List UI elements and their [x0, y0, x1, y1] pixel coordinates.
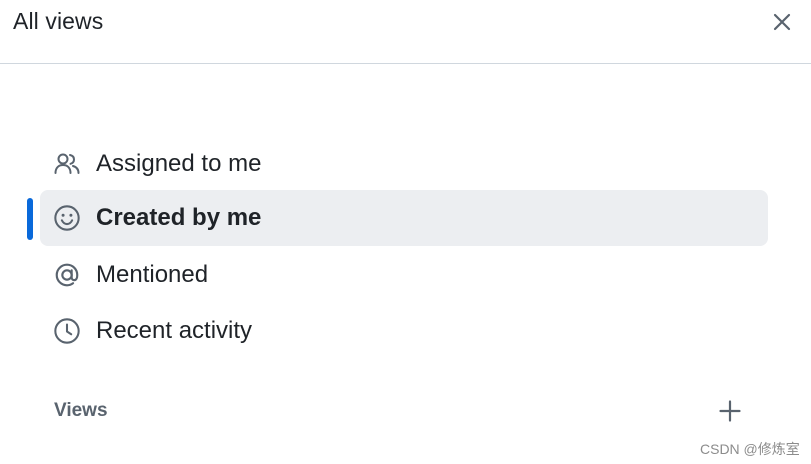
plus-icon — [719, 400, 741, 422]
nav-item-created-by-me[interactable]: Created by me — [40, 190, 768, 246]
nav-item-label: Mentioned — [96, 261, 209, 288]
nav-item-label: Recent activity — [96, 317, 253, 344]
mention-icon — [53, 261, 81, 289]
smiley-icon — [53, 204, 81, 232]
close-icon — [773, 13, 791, 31]
nav-item-label: Assigned to me — [96, 150, 262, 177]
nav-item-assigned-to-me[interactable]: Assigned to me — [40, 136, 768, 192]
watermark: CSDN @修炼室 — [700, 441, 800, 457]
add-view-button[interactable] — [714, 395, 746, 427]
nav-item-mentioned[interactable]: Mentioned — [40, 247, 768, 303]
dialog-header: All views — [0, 0, 811, 64]
nav-item-label: Created by me — [96, 204, 262, 231]
close-button[interactable] — [766, 6, 798, 38]
views-section-heading: Views — [54, 400, 108, 421]
selected-indicator — [27, 198, 33, 240]
nav-item-recent-activity[interactable]: Recent activity — [40, 303, 768, 359]
clock-icon — [53, 317, 81, 345]
people-icon — [53, 150, 81, 178]
dialog-title: All views — [13, 8, 104, 34]
